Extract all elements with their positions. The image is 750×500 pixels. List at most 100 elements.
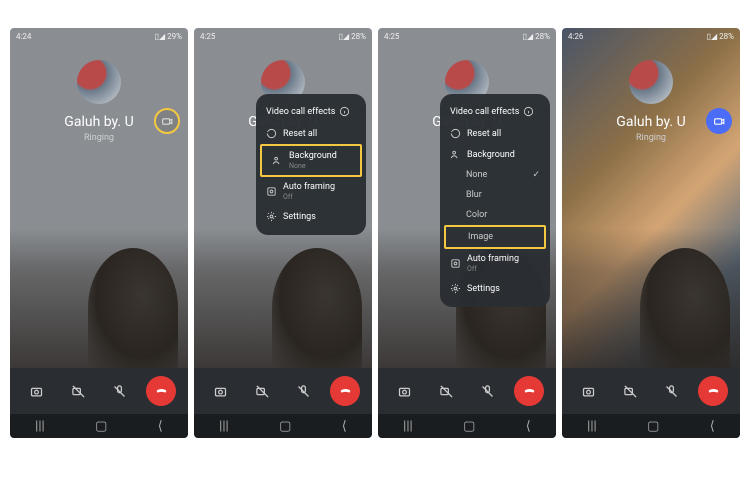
status-right: ▯◢ 29% [155,32,182,41]
end-call-button[interactable] [146,376,176,406]
call-content: Galuh by. U Ringing Video call effects R… [194,28,372,368]
call-controls [194,368,372,414]
call-controls [562,368,740,414]
phone-screen-3: 4:25 ▯◢ 28% Galuh by. U Ringing Video ca… [378,28,556,438]
phone-icon [338,384,353,399]
nav-back[interactable]: ⟨ [710,419,715,434]
android-nav-bar: ||| ▢ ⟨ [562,414,740,438]
call-status: Ringing [84,133,114,143]
reset-all-item[interactable]: Reset all [440,123,550,144]
info-icon[interactable] [339,106,350,117]
nav-home[interactable]: ▢ [463,419,475,434]
camera-preview [10,228,188,368]
status-right: ▯◢ 28% [523,32,550,41]
switch-camera-button[interactable] [574,376,604,406]
switch-camera-button[interactable] [390,376,420,406]
status-bar: 4:26 ▯◢ 28% [562,28,740,44]
reset-icon [266,128,277,139]
video-off-button[interactable] [247,376,277,406]
signal-icon: ▯◢ [339,32,350,41]
camera-icon [29,384,44,399]
status-bar: 4:25 ▯◢ 28% [378,28,556,44]
nav-back[interactable]: ⟨ [342,419,347,434]
mute-button[interactable] [657,376,687,406]
phone-icon [522,384,537,399]
mic-off-icon [296,384,311,399]
mute-button[interactable] [473,376,503,406]
video-off-button[interactable] [615,376,645,406]
end-call-button[interactable] [330,376,360,406]
android-nav-bar: ||| ▢ ⟨ [378,414,556,438]
phone-screen-4: 4:26 ▯◢ 28% Galuh by. U Ringing ||| ▢ ⟨ [562,28,740,438]
background-icon [272,155,283,166]
status-time: 4:25 [200,32,215,41]
background-item[interactable]: Background [440,144,550,165]
reset-all-item[interactable]: Reset all [256,123,366,144]
mute-button[interactable] [105,376,135,406]
background-icon [450,149,461,160]
check-icon: ✓ [532,170,540,180]
signal-icon: ▯◢ [523,32,534,41]
phone-screen-2: 4:25 ▯◢ 28% Galuh by. U Ringing Video ca… [194,28,372,438]
bg-option-blur[interactable]: Blur [440,185,550,205]
camera-preview [194,228,372,368]
nav-recents[interactable]: ||| [35,419,45,434]
phone-icon [706,384,721,399]
caller-avatar [77,60,121,104]
status-right: ▯◢ 28% [339,32,366,41]
sparkle-camera-icon [713,115,726,128]
background-item[interactable]: Background None [260,144,362,177]
info-icon[interactable] [523,106,534,117]
android-nav-bar: ||| ▢ ⟨ [10,414,188,438]
status-right: ▯◢ 28% [707,32,734,41]
video-effects-button[interactable] [154,108,180,134]
settings-item[interactable]: Settings [440,278,550,299]
settings-item[interactable]: Settings [256,206,366,227]
mic-off-icon [664,384,679,399]
video-off-button[interactable] [63,376,93,406]
reset-icon [450,128,461,139]
camera-icon [581,384,596,399]
signal-icon: ▯◢ [707,32,718,41]
call-content: Galuh by. U Ringing [10,28,188,368]
video-effects-button[interactable] [706,108,732,134]
bg-option-none[interactable]: None ✓ [440,165,550,185]
popup-title: Video call effects [256,102,366,123]
video-off-icon [255,384,270,399]
bg-option-color[interactable]: Color [440,205,550,225]
auto-framing-item[interactable]: Auto framing Off [256,177,366,206]
battery-level: 28% [535,32,550,41]
battery-level: 29% [167,32,182,41]
switch-camera-button[interactable] [206,376,236,406]
nav-recents[interactable]: ||| [587,419,597,434]
status-bar: 4:25 ▯◢ 28% [194,28,372,44]
caller-name: Galuh by. U [616,114,685,130]
end-call-button[interactable] [514,376,544,406]
nav-back[interactable]: ⟨ [158,419,163,434]
video-off-button[interactable] [431,376,461,406]
auto-framing-icon [450,258,461,269]
video-off-icon [71,384,86,399]
nav-recents[interactable]: ||| [403,419,413,434]
mic-off-icon [480,384,495,399]
signal-icon: ▯◢ [155,32,166,41]
camera-icon [397,384,412,399]
nav-recents[interactable]: ||| [219,419,229,434]
nav-home[interactable]: ▢ [279,419,291,434]
call-status: Ringing [636,133,666,143]
bg-option-image[interactable]: Image [444,225,546,249]
switch-camera-button[interactable] [22,376,52,406]
phone-icon [154,384,169,399]
battery-level: 28% [351,32,366,41]
end-call-button[interactable] [698,376,728,406]
mute-button[interactable] [289,376,319,406]
status-bar: 4:24 ▯◢ 29% [10,28,188,44]
status-time: 4:24 [16,32,31,41]
nav-home[interactable]: ▢ [647,419,659,434]
nav-home[interactable]: ▢ [95,419,107,434]
auto-framing-item[interactable]: Auto framing Off [440,249,550,278]
call-content: Galuh by. U Ringing [562,28,740,368]
video-effects-popup: Video call effects Reset all Background … [256,94,366,235]
nav-back[interactable]: ⟨ [526,419,531,434]
video-off-icon [623,384,638,399]
